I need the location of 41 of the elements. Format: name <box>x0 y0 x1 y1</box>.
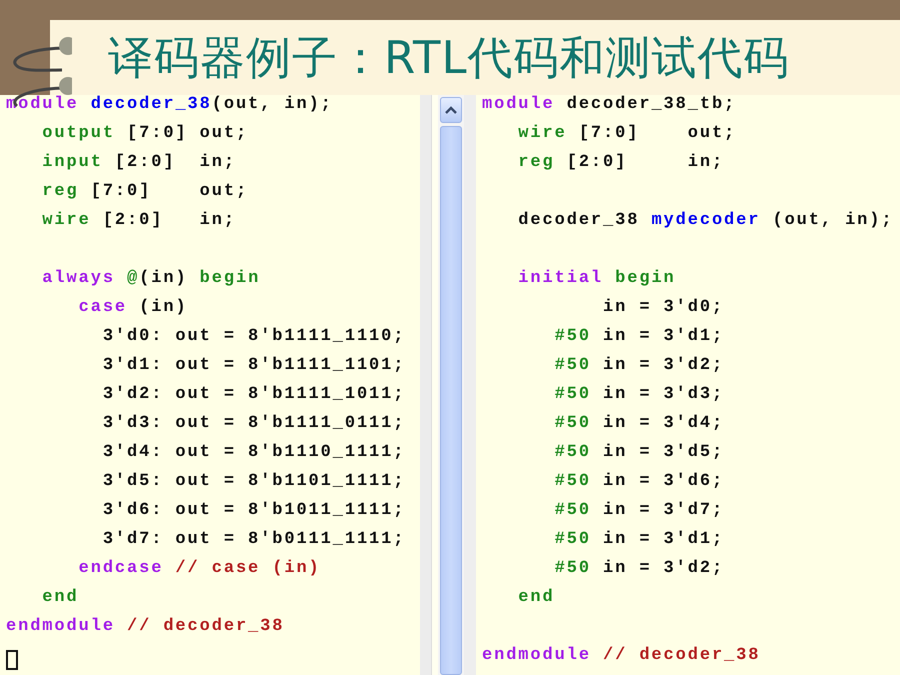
code-line: 3'd7: out = 8'b0111_1111; <box>102 530 406 551</box>
scrollbar-thumb[interactable] <box>440 126 462 675</box>
code-line: wire [2:0] in; <box>41 211 236 232</box>
code-line: initial begin <box>517 269 676 290</box>
code-line: endmodule // decoder_38 <box>6 617 284 638</box>
scrollbar[interactable] <box>438 95 464 675</box>
code-line: #50 in = 3'd7; <box>554 501 724 522</box>
code-line: reg [7:0] out; <box>41 182 248 203</box>
code-line: module decoder_38_tb; <box>482 95 736 116</box>
code-line: #50 in = 3'd3; <box>554 385 724 406</box>
code-line: #50 in = 3'd2; <box>554 559 724 580</box>
text-cursor-icon <box>6 650 18 670</box>
code-line: output [7:0] out; <box>41 124 248 145</box>
code-line: #50 in = 3'd2; <box>554 356 724 377</box>
code-line: decoder_38 mydecoder (out, in); <box>517 211 894 232</box>
code-line: module decoder_38(out, in); <box>6 95 333 116</box>
code-line: #50 in = 3'd5; <box>554 443 724 464</box>
chevron-up-icon <box>445 106 457 114</box>
code-line: 3'd0: out = 8'b1111_1110; <box>102 327 406 348</box>
code-line: 3'd6: out = 8'b1011_1111; <box>102 501 406 522</box>
code-line: #50 in = 3'd6; <box>554 472 724 493</box>
code-line: end <box>41 588 79 609</box>
code-line: endmodule // decoder_38 <box>482 646 760 667</box>
code-line: 3'd4: out = 8'b1110_1111; <box>102 443 406 464</box>
code-line: #50 in = 3'd1; <box>554 327 724 348</box>
code-line: case (in) <box>78 298 188 319</box>
code-line: 3'd3: out = 8'b1111_0111; <box>102 414 406 435</box>
code-line: always @(in) begin <box>41 269 260 290</box>
code-line: reg [2:0] in; <box>517 153 724 174</box>
scroll-up-button[interactable] <box>440 97 462 123</box>
code-line: #50 in = 3'd1; <box>554 530 724 551</box>
code-line: wire [7:0] out; <box>517 124 736 145</box>
slide-title: 译码器例子：RTL代码和测试代码 <box>108 30 790 86</box>
code-line: endcase // case (in) <box>78 559 321 580</box>
code-line: 3'd5: out = 8'b1101_1111; <box>102 472 406 493</box>
code-line: 3'd2: out = 8'b1111_1011; <box>102 385 406 406</box>
code-line: #50 in = 3'd4; <box>554 414 724 435</box>
code-line: input [2:0] in; <box>41 153 236 174</box>
code-line: end <box>517 588 555 609</box>
code-line: in = 3'd0; <box>602 298 724 319</box>
code-line: 3'd1: out = 8'b1111_1101; <box>102 356 406 377</box>
